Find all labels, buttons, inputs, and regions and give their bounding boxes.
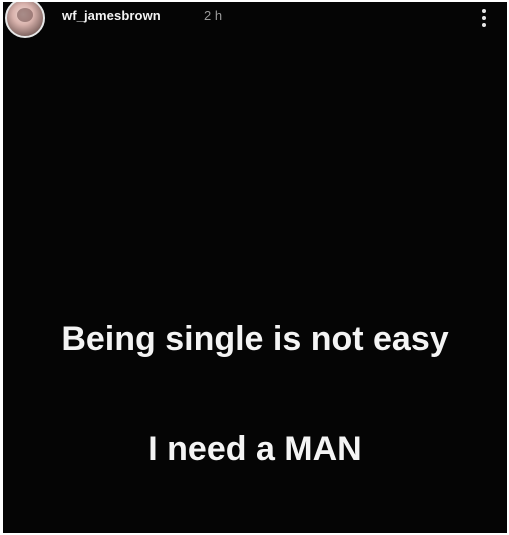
username[interactable]: wf_jamesbrown [62, 8, 161, 23]
more-vertical-icon[interactable] [477, 7, 491, 29]
story-header: wf_jamesbrown 2 h [3, 2, 507, 38]
more-dot [482, 9, 486, 13]
story-text-line-1: Being single is not easy [61, 320, 449, 358]
story-text-line-2: I need a MAN [148, 430, 362, 468]
more-dot [482, 16, 486, 20]
story-viewer[interactable]: wf_jamesbrown 2 h Being single is not ea… [3, 2, 507, 533]
screenshot-frame: wf_jamesbrown 2 h Being single is not ea… [0, 0, 509, 535]
avatar[interactable] [5, 2, 45, 38]
timestamp: 2 h [204, 8, 223, 23]
more-dot [482, 23, 486, 27]
